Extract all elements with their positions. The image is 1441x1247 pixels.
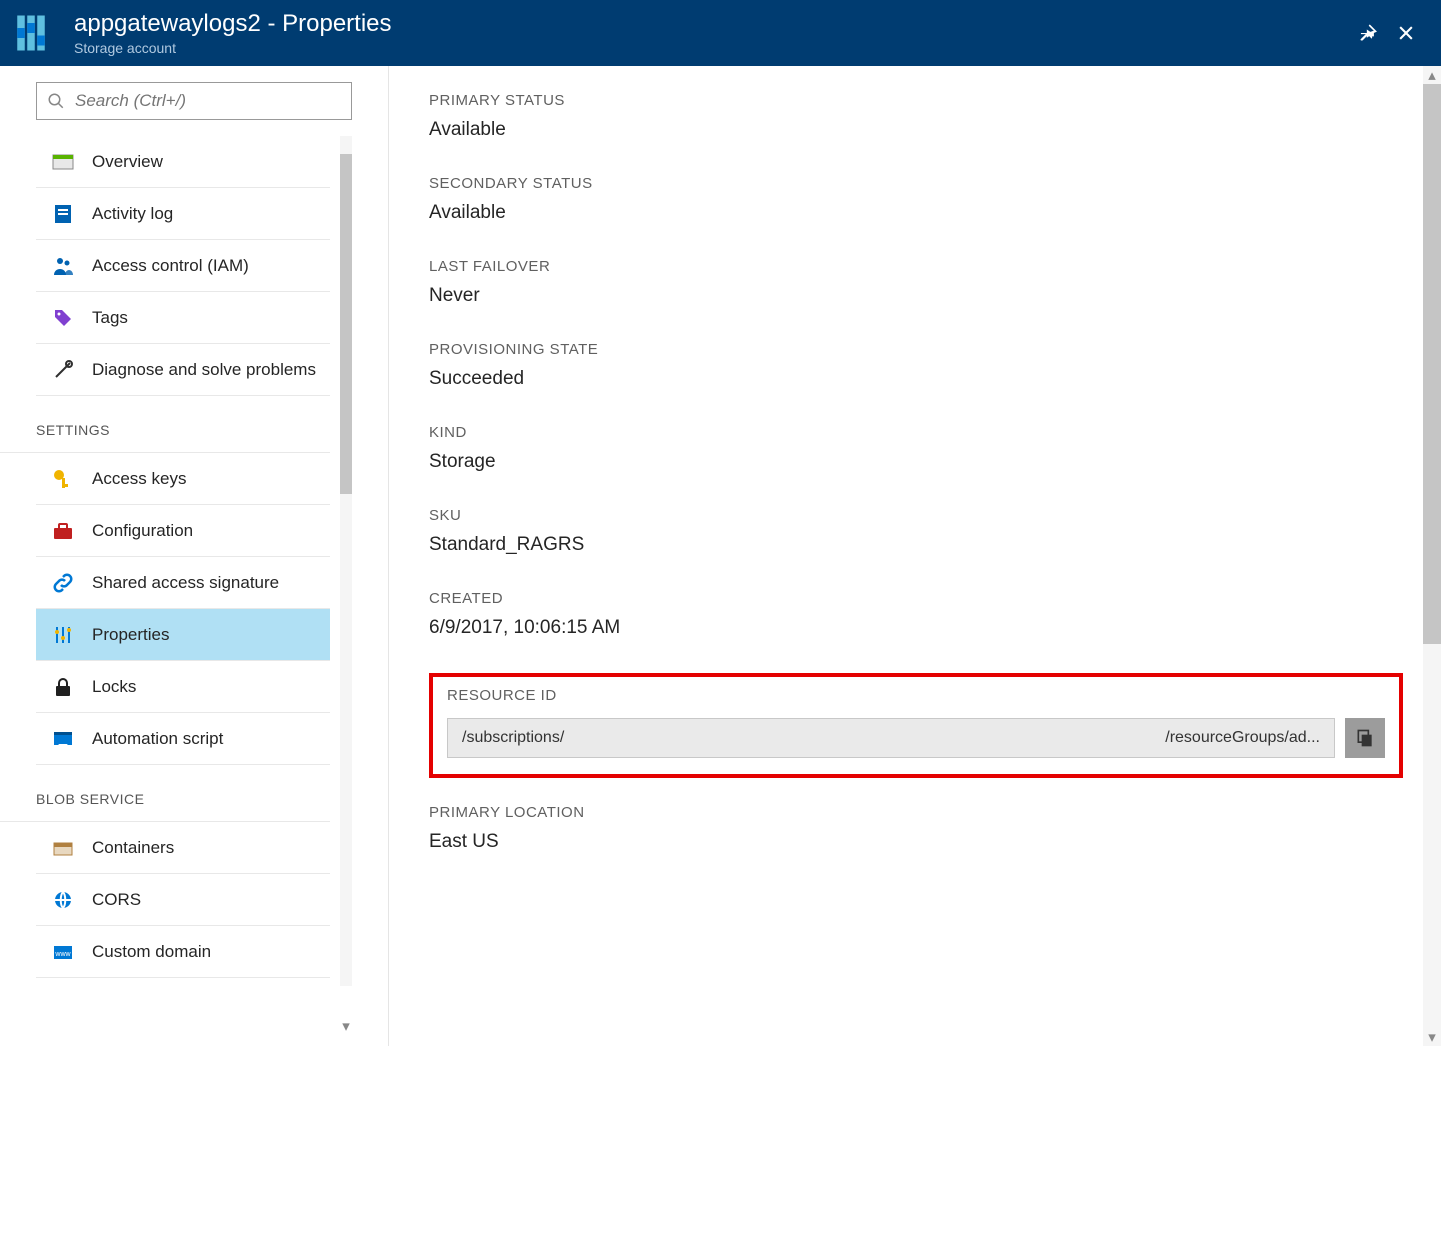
field-label: RESOURCE ID bbox=[447, 687, 1385, 704]
container-icon bbox=[50, 835, 76, 861]
field-value: Available bbox=[429, 202, 1403, 224]
sidebar: ▴ ▾ Overview Activity log Access control… bbox=[0, 66, 389, 1046]
sidebar-scrollbar-thumb[interactable] bbox=[340, 154, 352, 494]
sliders-icon bbox=[50, 622, 76, 648]
log-icon bbox=[50, 201, 76, 227]
resource-id-left: /subscriptions/ bbox=[462, 729, 564, 747]
nav-group-blob: BLOB SERVICE bbox=[0, 765, 330, 822]
field-primary-location: PRIMARY LOCATION East US bbox=[429, 804, 1403, 853]
main-scrollbar-thumb[interactable] bbox=[1423, 84, 1441, 644]
field-value: Storage bbox=[429, 451, 1403, 473]
field-kind: KIND Storage bbox=[429, 424, 1403, 473]
pin-button[interactable] bbox=[1349, 14, 1387, 52]
nav-item-diagnose[interactable]: Diagnose and solve problems bbox=[36, 344, 330, 396]
field-primary-status: PRIMARY STATUS Available bbox=[429, 92, 1403, 141]
nav-item-sas[interactable]: Shared access signature bbox=[36, 557, 330, 609]
nav-item-label: Tags bbox=[92, 308, 128, 328]
main-scroll-down[interactable]: ▾ bbox=[1423, 1028, 1441, 1046]
nav-item-label: Access keys bbox=[92, 469, 186, 489]
nav-settings-section: Access keys Configuration Shared access … bbox=[0, 453, 388, 765]
field-label: PRIMARY LOCATION bbox=[429, 804, 1403, 821]
globe-icon bbox=[50, 887, 76, 913]
nav-item-label: Activity log bbox=[92, 204, 173, 224]
link-icon bbox=[50, 570, 76, 596]
nav-item-cors[interactable]: CORS bbox=[36, 874, 330, 926]
field-label: CREATED bbox=[429, 590, 1403, 607]
nav-item-label: Access control (IAM) bbox=[92, 256, 249, 276]
search-icon bbox=[47, 92, 65, 110]
field-label: LAST FAILOVER bbox=[429, 258, 1403, 275]
field-label: KIND bbox=[429, 424, 1403, 441]
nav-item-activity-log[interactable]: Activity log bbox=[36, 188, 330, 240]
copy-icon bbox=[1355, 728, 1375, 748]
field-label: PROVISIONING STATE bbox=[429, 341, 1403, 358]
nav-item-label: Diagnose and solve problems bbox=[92, 360, 316, 380]
svg-text:www: www bbox=[54, 951, 71, 958]
blade-title: appgatewaylogs2 - Properties bbox=[74, 10, 392, 39]
search-box[interactable] bbox=[36, 82, 352, 120]
field-label: SKU bbox=[429, 507, 1403, 524]
field-provisioning-state: PROVISIONING STATE Succeeded bbox=[429, 341, 1403, 390]
nav-item-tags[interactable]: Tags bbox=[36, 292, 330, 344]
nav-item-properties[interactable]: Properties bbox=[36, 609, 330, 661]
nav-group-settings: SETTINGS bbox=[0, 396, 330, 453]
nav-item-label: Configuration bbox=[92, 521, 193, 541]
key-icon bbox=[50, 466, 76, 492]
nav-item-custom-domain[interactable]: www Custom domain bbox=[36, 926, 330, 978]
nav-item-containers[interactable]: Containers bbox=[36, 822, 330, 874]
nav-item-access-control[interactable]: Access control (IAM) bbox=[36, 240, 330, 292]
field-label: PRIMARY STATUS bbox=[429, 92, 1403, 109]
main-content: PRIMARY STATUS Available SECONDARY STATU… bbox=[389, 66, 1441, 1046]
nav-item-label: CORS bbox=[92, 890, 141, 910]
nav-item-label: Containers bbox=[92, 838, 174, 858]
nav-item-label: Custom domain bbox=[92, 942, 211, 962]
blade-header: appgatewaylogs2 - Properties Storage acc… bbox=[0, 0, 1441, 66]
blade-subtitle: Storage account bbox=[74, 40, 392, 56]
script-icon bbox=[50, 726, 76, 752]
field-value: East US bbox=[429, 831, 1403, 853]
toolbox-icon bbox=[50, 518, 76, 544]
nav-item-configuration[interactable]: Configuration bbox=[36, 505, 330, 557]
tools-icon bbox=[50, 357, 76, 383]
nav-item-label: Automation script bbox=[92, 729, 223, 749]
storage-account-icon bbox=[12, 9, 60, 57]
nav-item-label: Properties bbox=[92, 625, 169, 645]
nav-item-access-keys[interactable]: Access keys bbox=[36, 453, 330, 505]
field-sku: SKU Standard_RAGRS bbox=[429, 507, 1403, 556]
field-value: Never bbox=[429, 285, 1403, 307]
resource-id-right: /resourceGroups/ad... bbox=[1165, 729, 1320, 747]
main-scroll-up[interactable]: ▴ bbox=[1423, 66, 1441, 84]
tag-icon bbox=[50, 305, 76, 331]
nav-item-label: Locks bbox=[92, 677, 136, 697]
nav-item-automation-script[interactable]: Automation script bbox=[36, 713, 330, 765]
nav-item-label: Shared access signature bbox=[92, 573, 279, 593]
field-value: 6/9/2017, 10:06:15 AM bbox=[429, 617, 1403, 639]
people-icon bbox=[50, 253, 76, 279]
nav-top-section: Overview Activity log Access control (IA… bbox=[0, 136, 388, 396]
sidebar-scroll-down[interactable]: ▾ bbox=[340, 1018, 352, 1034]
field-value: Available bbox=[429, 119, 1403, 141]
copy-button[interactable] bbox=[1345, 718, 1385, 758]
nav-item-locks[interactable]: Locks bbox=[36, 661, 330, 713]
field-secondary-status: SECONDARY STATUS Available bbox=[429, 175, 1403, 224]
resource-id-highlight: RESOURCE ID /subscriptions/ /resourceGro… bbox=[429, 673, 1403, 778]
header-text: appgatewaylogs2 - Properties Storage acc… bbox=[74, 10, 392, 57]
domain-icon: www bbox=[50, 939, 76, 965]
field-created: CREATED 6/9/2017, 10:06:15 AM bbox=[429, 590, 1403, 639]
field-last-failover: LAST FAILOVER Never bbox=[429, 258, 1403, 307]
nav-item-label: Overview bbox=[92, 152, 163, 172]
field-label: SECONDARY STATUS bbox=[429, 175, 1403, 192]
overview-icon bbox=[50, 149, 76, 175]
resource-id-input[interactable]: /subscriptions/ /resourceGroups/ad... bbox=[447, 718, 1335, 758]
close-button[interactable] bbox=[1387, 14, 1425, 52]
nav-item-overview[interactable]: Overview bbox=[36, 136, 330, 188]
nav-blob-section: Containers CORS www Custom domain bbox=[0, 822, 388, 978]
field-value: Standard_RAGRS bbox=[429, 534, 1403, 556]
lock-icon bbox=[50, 674, 76, 700]
search-input[interactable] bbox=[75, 91, 341, 111]
field-value: Succeeded bbox=[429, 368, 1403, 390]
